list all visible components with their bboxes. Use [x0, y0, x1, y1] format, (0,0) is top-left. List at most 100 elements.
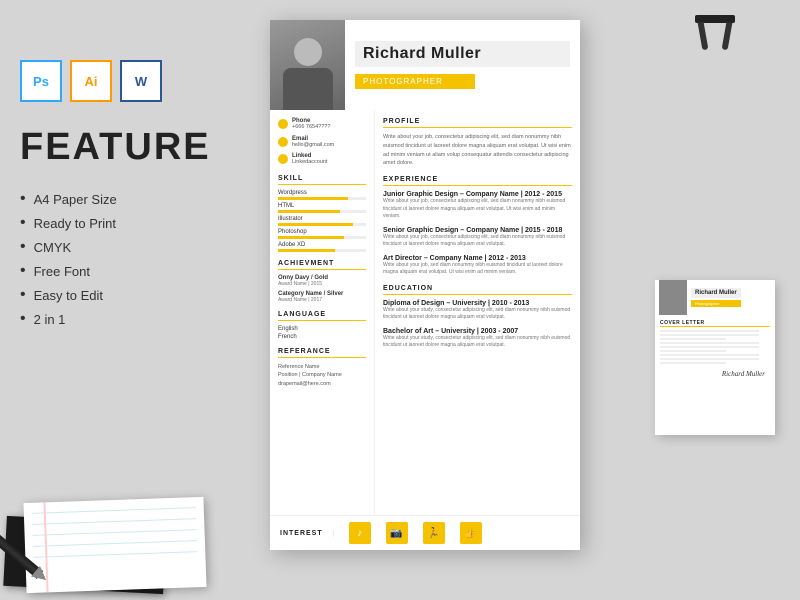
nb-line-3 [33, 529, 197, 536]
skill-name: HTML [278, 203, 366, 209]
nb-line-5 [33, 551, 197, 558]
nb-line-2 [32, 518, 196, 525]
software-icons: Ps Ai W [20, 60, 240, 102]
phone-value: +666 7654???? [292, 124, 330, 132]
feature-list: A4 Paper Size Ready to Print CMYK Free F… [20, 187, 240, 331]
skill-bar-bg [278, 197, 366, 200]
profile-text: Write about your job, consectetur adipis… [383, 133, 572, 168]
skill-html: HTML [278, 203, 366, 213]
education-section-title: EDUCATION [383, 285, 572, 295]
email-icon [278, 137, 288, 147]
experience-2: Senior Graphic Design – Company Name | 2… [383, 227, 572, 249]
illustrator-icon: Ai [70, 60, 112, 102]
cl-text-line-1 [660, 330, 759, 332]
interest-photo-icon: 📷 [386, 522, 408, 544]
cover-letter-document: Richard Muller Photographer COVER LETTER… [655, 280, 775, 435]
cv-photo [270, 20, 345, 110]
white-notebook [23, 497, 206, 593]
cv-name: Richard Muller [363, 45, 562, 63]
cl-text-line-3 [660, 338, 726, 340]
feature-item-print: Ready to Print [20, 211, 240, 235]
binder-clip-decoration [695, 15, 735, 23]
contact-linkedin: Linked Linkedaccount [278, 153, 366, 167]
skill-bar-bg [278, 210, 366, 213]
contact-email: Email hello@gmail.com [278, 136, 366, 150]
pencils-decoration [5, 470, 255, 590]
cv-job-title: Photographer [363, 77, 467, 86]
skill-illustrator: Illustrator [278, 216, 366, 226]
skill-bar-fill [278, 249, 335, 252]
edu-desc: Write about your study, consectetur adip… [383, 335, 572, 350]
experience-1: Junior Graphic Design – Company Name | 2… [383, 191, 572, 221]
email-value: hello@gmail.com [292, 142, 334, 150]
feature-item-a4: A4 Paper Size [20, 187, 240, 211]
skill-name: Adobe XD [278, 242, 366, 248]
education-1: Diploma of Design – University | 2010 - … [383, 300, 572, 322]
interest-like-icon: 👍 [460, 522, 482, 544]
experience-section-title: EXPERIENCE [383, 176, 572, 186]
cv-footer: INTEREST ♪ 📷 🏃 👍 [270, 515, 580, 550]
feature-item-font: Free Font [20, 259, 240, 283]
cv-body: Phone +666 7654???? Email hello@gmail.co… [270, 110, 580, 515]
cl-text-line-8 [660, 358, 759, 360]
reference-company: Position | Company Name [278, 371, 366, 379]
exp-desc: Write about your job, consectetur adipis… [383, 234, 572, 249]
education-2: Bachelor of Art – University | 2003 - 20… [383, 328, 572, 350]
cl-name-area: Richard Muller Photographer [687, 286, 745, 309]
person-body [283, 68, 333, 110]
feature-title: FEATURE [20, 126, 240, 169]
language-english: English [278, 326, 366, 332]
skill-bar-bg [278, 236, 366, 239]
skill-wordpress: Wordpress [278, 190, 366, 200]
feature-item-edit: Easy to Edit [20, 283, 240, 307]
word-icon: W [120, 60, 162, 102]
skill-bar-bg [278, 249, 366, 252]
skill-section-title: SKILL [278, 175, 366, 185]
cl-header: Richard Muller Photographer [655, 280, 775, 315]
person-silhouette [280, 30, 335, 110]
contact-phone: Phone +666 7654???? [278, 118, 366, 132]
experience-3: Art Director – Company Name | 2012 - 201… [383, 255, 572, 277]
cl-section-label: COVER LETTER [660, 320, 770, 327]
interest-label: INTEREST [280, 530, 334, 537]
profile-section-title: PROFILE [383, 118, 572, 128]
achievement-2: Category Name / Silver Award Name | 2017 [278, 291, 366, 303]
binder-clip-left-arm [698, 22, 709, 51]
skill-name: Photoshop [278, 229, 366, 235]
cv-right-column: PROFILE Write about your job, consectetu… [375, 110, 580, 515]
cl-title-bar: Photographer [691, 300, 741, 307]
skill-photoshop: Photoshop [278, 229, 366, 239]
cl-signature: Richard Muller [660, 370, 770, 378]
exp-title: Senior Graphic Design – Company Name | 2… [383, 227, 572, 234]
nb-line-4 [33, 540, 197, 547]
nb-line-1 [32, 507, 196, 514]
cv-title-bar: Photographer [355, 74, 475, 89]
left-panel: Ps Ai W FEATURE A4 Paper Size Ready to P… [20, 60, 240, 331]
reference-email: drapemail@here.com [278, 380, 366, 388]
skill-bar-fill [278, 197, 348, 200]
cl-text-line-5 [660, 346, 759, 348]
cv-left-column: Phone +666 7654???? Email hello@gmail.co… [270, 110, 375, 515]
cl-photo [659, 280, 687, 315]
edu-desc: Write about your study, consectetur adip… [383, 307, 572, 322]
skill-bar-fill [278, 236, 344, 239]
cl-text-line-4 [660, 342, 759, 344]
language-section-title: LANGUAGE [278, 311, 366, 321]
feature-item-cmyk: CMYK [20, 235, 240, 259]
cl-name: Richard Muller [695, 290, 737, 296]
edu-title: Bachelor of Art – University | 2003 - 20… [383, 328, 572, 335]
exp-title: Art Director – Company Name | 2012 - 201… [383, 255, 572, 262]
cl-text-line-6 [660, 350, 726, 352]
cl-text-line-2 [660, 334, 759, 336]
interest-music-icon: ♪ [349, 522, 371, 544]
achievement-section-title: ACHIEVMENT [278, 260, 366, 270]
achievement-detail: Award Name | 2017 [278, 297, 366, 303]
cl-title: Photographer [695, 301, 737, 306]
exp-title: Junior Graphic Design – Company Name | 2… [383, 191, 572, 198]
skill-adobexd: Adobe XD [278, 242, 366, 252]
cl-body: COVER LETTER Richard Muller [655, 315, 775, 383]
reference-name: Reference Name [278, 363, 366, 371]
skill-bar-fill [278, 223, 353, 226]
skill-bar-bg [278, 223, 366, 226]
interest-run-icon: 🏃 [423, 522, 445, 544]
